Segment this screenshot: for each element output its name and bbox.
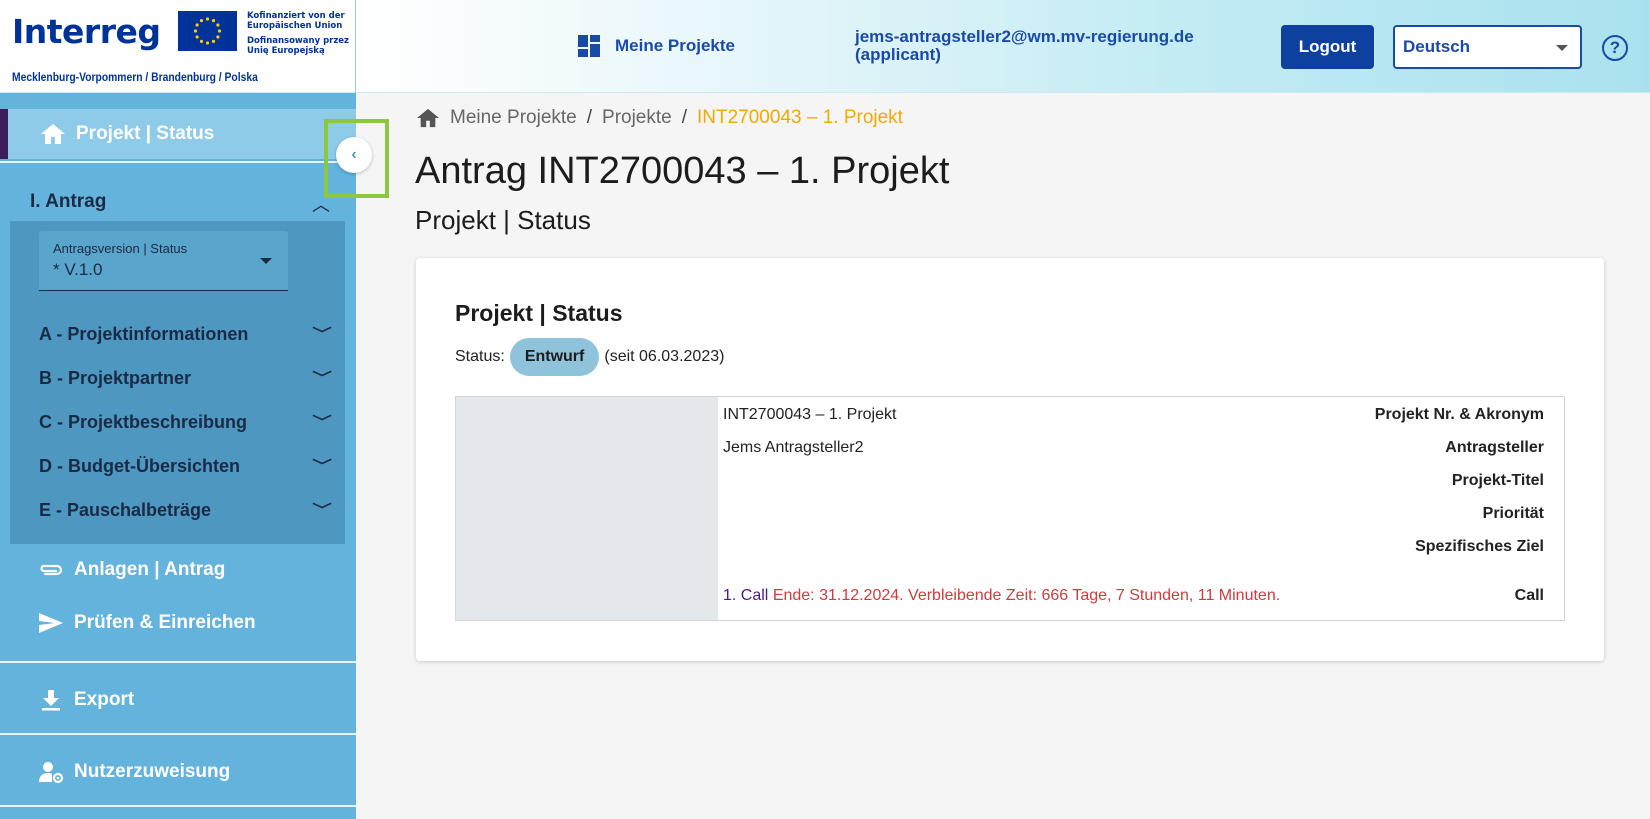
row-label-call: Call — [1514, 587, 1544, 604]
breadcrumb-separator: / — [586, 107, 593, 128]
version-select[interactable]: Antragsversion | Status * V.1.0 — [39, 231, 288, 291]
dropdown-arrow-icon — [1556, 45, 1568, 51]
row-label-spezifisches-ziel: Spezifisches Ziel — [1415, 538, 1544, 555]
logo-wordmark: Interreg — [12, 12, 161, 51]
home-icon[interactable] — [416, 107, 440, 129]
interreg-logo[interactable]: Interreg Kofinanziert von der Europäisch… — [0, 0, 356, 93]
status-since: (seit 06.03.2023) — [604, 348, 725, 365]
call-link[interactable]: 1. Call — [723, 587, 768, 604]
status-line: Status: Entwurf (seit 06.03.2023) — [455, 338, 724, 376]
breadcrumb-my-projects[interactable]: Meine Projekte — [450, 107, 577, 129]
sidebar-item-nutzerzuweisung[interactable]: Nutzerzuweisung — [38, 760, 230, 784]
version-select-value: * V.1.0 — [53, 260, 103, 279]
eu-flag-icon — [178, 11, 237, 51]
sidebar-item-projektpartner[interactable]: B - Projektpartner ﹀ — [39, 363, 332, 393]
divider — [0, 733, 356, 735]
sidebar-item-label: B - Projektpartner — [39, 367, 192, 388]
programme-region-label: Mecklenburg-Vorpommern / Brandenburg / P… — [12, 70, 258, 84]
page-title: Antrag INT2700043 – 1. Projekt — [415, 150, 950, 192]
label-column — [456, 397, 718, 620]
user-role: (applicant) — [855, 45, 941, 64]
row-label-antragsteller: Antragsteller — [1445, 439, 1544, 456]
sidebar: Projekt | Status I. Antrag ︿ Antragsvers… — [0, 93, 356, 819]
card-title: Projekt | Status — [455, 300, 623, 326]
sidebar-item-export[interactable]: Export — [38, 688, 134, 712]
download-icon — [42, 690, 60, 711]
sidebar-item-pruefen-einreichen[interactable]: Prüfen & Einreichen — [38, 611, 256, 635]
sidebar-item-label: Anlagen | Antrag — [74, 559, 226, 580]
chevron-down-icon: ﹀ — [312, 370, 332, 386]
chevron-down-icon: ﹀ — [312, 326, 332, 342]
language-select[interactable]: Deutsch — [1393, 25, 1582, 69]
row-value-call: 1. Call Ende: 31.12.2024. Verbleibende Z… — [723, 587, 1280, 605]
breadcrumb-separator: / — [681, 107, 687, 128]
sidebar-section-antrag[interactable]: I. Antrag — [30, 191, 106, 213]
project-info-table: Projekt Nr. & Akronym INT2700043 – 1. Pr… — [455, 396, 1565, 621]
app-header: Interreg Kofinanziert von der Europäisch… — [0, 0, 1650, 93]
row-label-prioritaet: Priorität — [1482, 505, 1544, 522]
sidebar-item-label: E - Pauschalbeträge — [39, 499, 212, 520]
chevron-down-icon: ﹀ — [312, 414, 332, 430]
send-icon — [39, 613, 63, 633]
call-deadline: Ende: 31.12.2024. Verbleibende Zeit: 666… — [772, 587, 1281, 604]
chevron-down-icon: ﹀ — [312, 502, 332, 518]
eu-cofinancing-text: Kofinanziert von der Europäischen Union … — [247, 11, 350, 56]
paperclip-icon — [40, 564, 63, 576]
my-projects-link[interactable]: Meine Projekte — [577, 34, 735, 58]
status-badge: Entwurf — [509, 338, 600, 376]
chevron-down-icon: ﹀ — [312, 458, 332, 474]
sidebar-item-label: D - Budget-Übersichten — [39, 455, 241, 476]
sidebar-item-label: A - Projektinformationen — [39, 323, 249, 344]
divider — [0, 805, 356, 807]
dashboard-icon — [578, 35, 600, 57]
sidebar-item-label: C - Projektbeschreibung — [39, 411, 248, 432]
breadcrumb: Meine Projekte / Projekte / INT2700043 –… — [416, 107, 903, 129]
sidebar-item-label: Prüfen & Einreichen — [74, 612, 256, 633]
language-value: Deutsch — [1403, 37, 1471, 56]
sidebar-item-budget-uebersichten[interactable]: D - Budget-Übersichten ﹀ — [39, 451, 332, 481]
divider — [0, 161, 356, 163]
divider — [0, 661, 356, 663]
sidebar-item-label: Export — [74, 689, 135, 710]
sidebar-item-project-status[interactable]: Projekt | Status — [0, 109, 356, 159]
sidebar-item-pauschalbetraege[interactable]: E - Pauschalbeträge ﹀ — [39, 495, 332, 525]
logout-button[interactable]: Logout — [1281, 25, 1374, 69]
sidebar-item-label: Nutzerzuweisung — [74, 761, 231, 782]
version-select-label: Antragsversion | Status — [53, 241, 188, 256]
antrag-subnav: Antragsversion | Status * V.1.0 A - Proj… — [10, 221, 345, 544]
row-value-antragsteller: Jems Antragsteller2 — [723, 439, 864, 456]
row-label-projekt-nr: Projekt Nr. & Akronym — [1374, 406, 1544, 423]
sidebar-item-projektinformationen[interactable]: A - Projektinformationen ﹀ — [39, 319, 332, 349]
my-projects-label: Meine Projekte — [615, 36, 735, 55]
help-icon[interactable]: ? — [1602, 35, 1628, 61]
sidebar-item-projektbeschreibung[interactable]: C - Projektbeschreibung ﹀ — [39, 407, 332, 437]
dropdown-arrow-icon — [260, 258, 272, 264]
row-value-projekt-nr: INT2700043 – 1. Projekt — [723, 406, 897, 423]
home-icon — [41, 124, 65, 144]
row-label-projekt-titel: Projekt-Titel — [1451, 472, 1544, 489]
sidebar-item-label: Projekt | Status — [76, 123, 215, 144]
breadcrumb-projects[interactable]: Projekte — [602, 107, 672, 129]
collapse-sidebar-button[interactable]: ‹ — [336, 137, 372, 173]
project-status-card: Projekt | Status Status: Entwurf (seit 0… — [416, 258, 1604, 661]
status-label: Status: — [455, 348, 505, 365]
breadcrumb-current[interactable]: INT2700043 – 1. Projekt — [697, 107, 903, 129]
sidebar-item-anlagen[interactable]: Anlagen | Antrag — [38, 559, 225, 581]
chevron-left-icon: ‹ — [351, 146, 357, 163]
user-email: jems-antragsteller2@wm.mv-regierung.de — [855, 27, 1194, 46]
page-subtitle: Projekt | Status — [415, 205, 591, 235]
user-settings-icon — [39, 762, 64, 784]
user-account-info: jems-antragsteller2@wm.mv-regierung.de (… — [855, 28, 1194, 64]
